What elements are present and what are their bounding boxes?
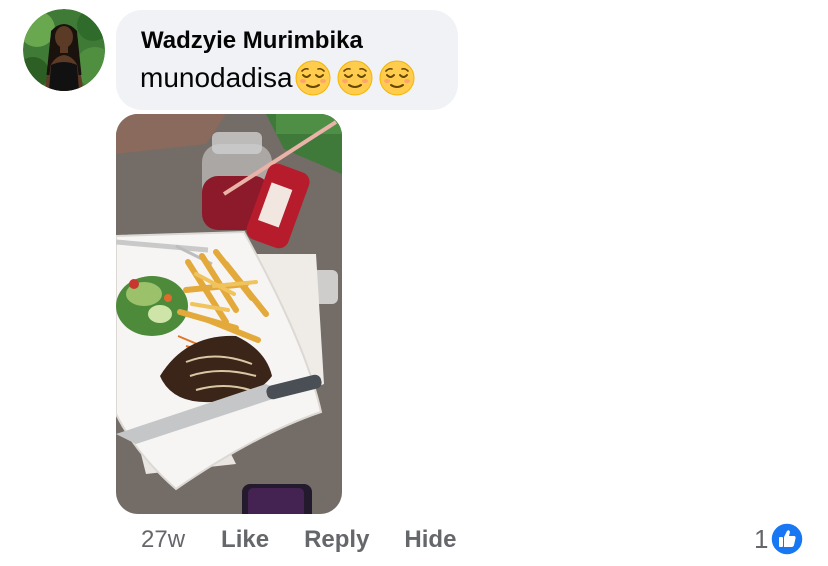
food-photo	[116, 114, 342, 514]
reaction-count: 1	[754, 523, 769, 554]
like-thumb-icon	[770, 522, 805, 556]
comment-author-name[interactable]: Wadzyie Murimbika	[141, 27, 363, 55]
comment-actions: 27w Like Reply Hide	[141, 522, 491, 558]
comment-photo[interactable]	[116, 114, 342, 514]
emoji-group	[295, 60, 415, 96]
avatar-photo	[23, 9, 105, 91]
comment-bubble: Wadzyie Murimbika munodadisa	[116, 10, 458, 110]
comment-text: munodadisa	[140, 62, 293, 93]
relieved-face-emoji	[295, 60, 331, 96]
relieved-face-emoji	[379, 60, 415, 96]
reaction-summary[interactable]: 1	[754, 520, 805, 558]
like-button[interactable]: Like	[221, 526, 269, 554]
comment-timestamp[interactable]: 27w	[141, 526, 185, 554]
relieved-face-emoji	[337, 60, 373, 96]
reply-button[interactable]: Reply	[304, 526, 369, 554]
hide-button[interactable]: Hide	[404, 526, 456, 554]
avatar[interactable]	[23, 9, 105, 91]
comment-body: munodadisa	[140, 58, 415, 98]
